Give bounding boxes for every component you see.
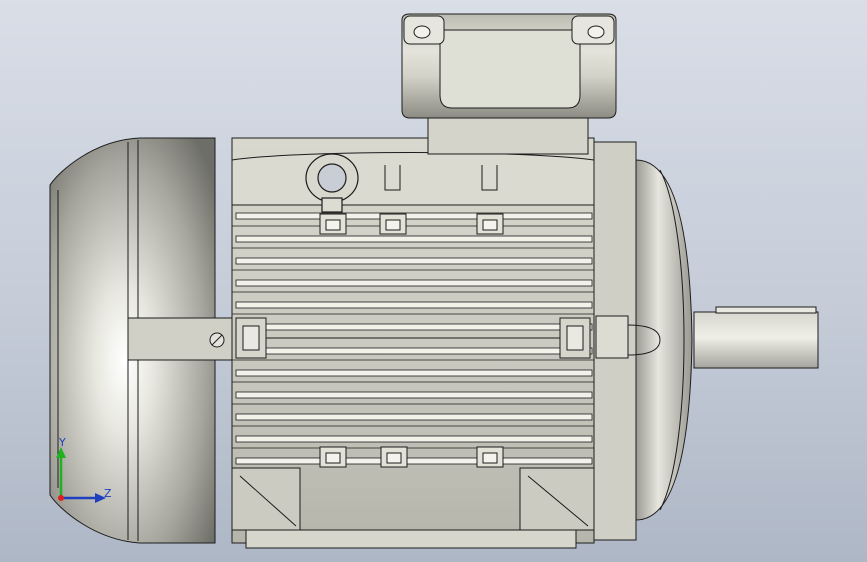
drive-end-shield	[593, 141, 693, 541]
x-axis-arrow	[58, 495, 64, 501]
graphics-viewport[interactable]: Y Z	[0, 0, 867, 562]
fan-cover	[49, 137, 234, 544]
y-axis-label: Y	[58, 436, 66, 449]
z-axis-label: Z	[104, 487, 112, 500]
motor-shaft	[693, 306, 819, 369]
terminal-box	[401, 13, 617, 155]
motor-model[interactable]: Y Z	[0, 0, 867, 562]
